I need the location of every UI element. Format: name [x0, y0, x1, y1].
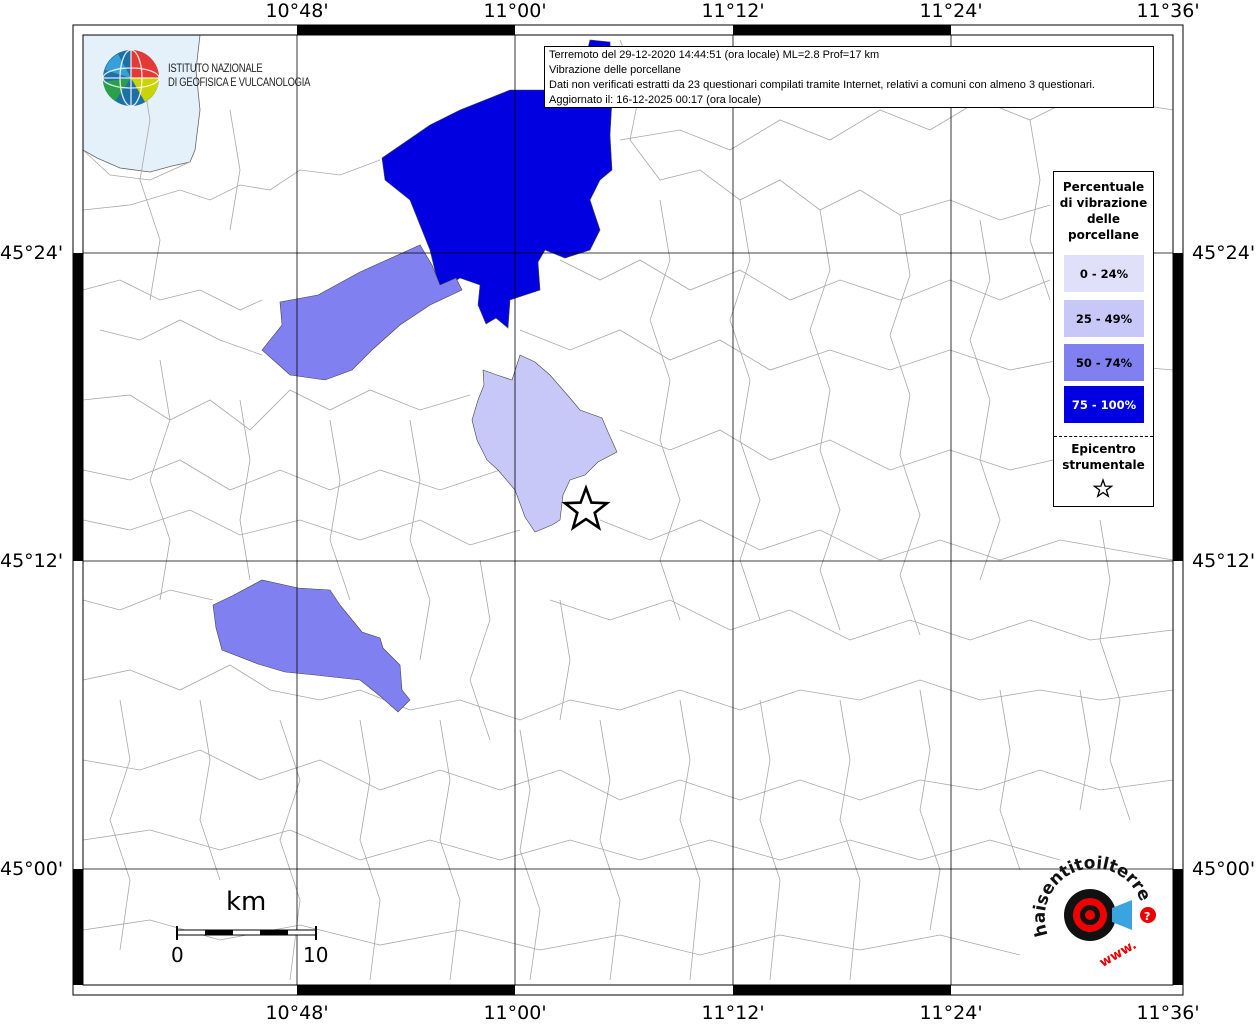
- lat-label-left-1: 45°24': [0, 242, 64, 264]
- ingv-logo-text: ISTITUTO NAZIONALE DI GEOFISICA E VULCAN…: [168, 62, 310, 90]
- lat-label-left-3: 45°00': [0, 858, 64, 880]
- ingv-logo-globe: [102, 49, 160, 107]
- legend-item-75-100: 75 - 100%: [1064, 386, 1144, 423]
- legend-epicenter-line-1: Epicentro: [1071, 442, 1136, 456]
- event-info-line-3: Dati non verificati estratti da 23 quest…: [549, 79, 1095, 91]
- ingv-logo-line-1: ISTITUTO NAZIONALE: [168, 63, 263, 75]
- scale-unit-label: km: [226, 887, 267, 917]
- event-info-line-4: Aggiornato il: 16-12-2025 00:17 (ora loc…: [549, 94, 762, 106]
- legend-title-line-3: delle: [1086, 212, 1121, 226]
- scale-min-label: 0: [171, 943, 184, 967]
- lon-label-top-2: 11°00': [483, 0, 547, 22]
- event-info-box: Terremoto del 29-12-2020 14:44:51 (ora l…: [544, 46, 1154, 108]
- lon-label-bottom-3: 11°12': [701, 1002, 765, 1024]
- legend-star-icon: [1092, 478, 1114, 498]
- lon-label-top-5: 11°36': [1136, 0, 1200, 22]
- legend-epicenter-line-2: strumentale: [1062, 458, 1145, 472]
- lon-label-bottom-4: 11°24': [919, 1002, 983, 1024]
- event-info-line-2: Vibrazione delle porcellane: [549, 64, 681, 76]
- event-info-line-1: Terremoto del 29-12-2020 14:44:51 (ora l…: [549, 49, 880, 61]
- legend-item-0-24: 0 - 24%: [1064, 255, 1144, 292]
- legend: Percentuale di vibrazione delle porcella…: [1053, 171, 1154, 507]
- legend-epicenter-label: Epicentro strumentale: [1054, 441, 1153, 473]
- legend-separator: [1054, 436, 1153, 437]
- scale-max-label: 10: [303, 943, 329, 967]
- lat-label-left-2: 45°12': [0, 550, 64, 572]
- lat-label-right-3: 45°00': [1192, 858, 1256, 880]
- lon-label-top-4: 11°24': [919, 0, 983, 22]
- intensity-map: haisentitoilterremoto.it ? www.: [0, 0, 1184, 996]
- lon-label-top-3: 11°12': [701, 0, 765, 22]
- lon-label-bottom-2: 11°00': [483, 1002, 547, 1024]
- lat-label-right-1: 45°24': [1192, 242, 1256, 264]
- legend-title-line-2: di vibrazione: [1059, 196, 1148, 210]
- lat-label-right-2: 45°12': [1192, 550, 1256, 572]
- lon-label-top-1: 10°48': [265, 0, 329, 22]
- legend-item-25-49: 25 - 49%: [1064, 300, 1144, 337]
- lon-label-bottom-1: 10°48': [265, 1002, 329, 1024]
- legend-title: Percentuale di vibrazione delle porcella…: [1054, 179, 1153, 243]
- legend-title-line-1: Percentuale: [1062, 180, 1145, 194]
- legend-title-line-4: porcellane: [1067, 228, 1139, 242]
- ingv-logo-line-2: DI GEOFISICA E VULCANOLOGIA: [168, 77, 311, 89]
- legend-item-50-74: 50 - 74%: [1064, 344, 1144, 381]
- svg-text:?: ?: [1144, 910, 1150, 923]
- lon-label-bottom-5: 11°36': [1136, 1002, 1200, 1024]
